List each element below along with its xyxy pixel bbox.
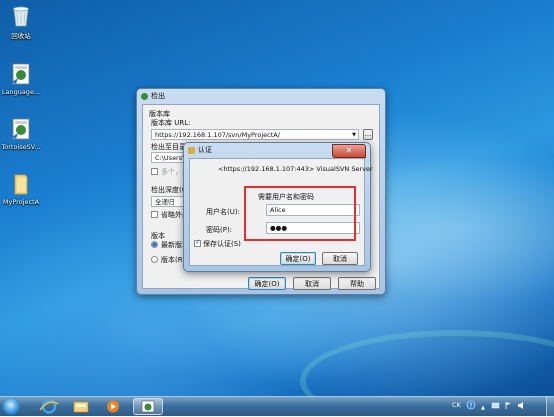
auth-dialog: 认证 ✕ <https://192.168.1.107:443> VisualS… [183, 142, 373, 272]
start-button[interactable] [3, 398, 20, 415]
multi-checkbox[interactable] [151, 168, 158, 175]
username-label: 用户名(U): [206, 208, 240, 216]
save-auth-checkbox[interactable]: ✓ [194, 238, 201, 247]
desktop-icon-label: MyProjectA [2, 198, 40, 206]
taskbar-media-player[interactable] [100, 398, 126, 415]
folder-icon [73, 401, 89, 413]
taskbar-ie[interactable] [36, 398, 62, 415]
save-auth-label: 保存认证(S) [203, 240, 241, 248]
app-icon [141, 92, 148, 100]
taskbar-explorer[interactable] [68, 398, 94, 415]
chevron-up-icon: ▲ [481, 405, 485, 411]
flag-icon[interactable] [504, 401, 513, 412]
browse-button[interactable]: ... [363, 129, 373, 140]
revision-radio[interactable] [151, 256, 158, 263]
internet-explorer-icon [39, 399, 59, 414]
chevron-down-icon[interactable]: ▼ [352, 130, 356, 139]
checkout-help-button[interactable]: 帮助 [338, 277, 376, 290]
svg-text:?: ? [469, 403, 472, 410]
tray-language[interactable]: CK [452, 401, 461, 409]
media-player-icon [107, 400, 119, 413]
desktop-icon-label: Language... [1, 88, 41, 96]
repo-url-label: 版本库 URL: [151, 119, 191, 127]
revision-label: 版本(R) [161, 256, 186, 264]
close-icon: ✕ [345, 146, 353, 155]
close-button[interactable]: ✕ [332, 144, 366, 158]
desktop-icon-recycle-bin[interactable]: 回收站 [0, 4, 43, 40]
show-hidden-icons[interactable]: ▲ [481, 403, 485, 411]
show-desktop-button[interactable] [546, 397, 554, 416]
recycle-bin-icon [10, 4, 32, 28]
auth-client-area: <https://192.168.1.107:443> VisualSVN Se… [189, 158, 373, 266]
tortoise-language-icon [10, 62, 32, 86]
desktop-icon-myprojecta[interactable]: MyProjectA [0, 172, 43, 206]
help-icon[interactable]: ? [466, 400, 476, 412]
auth-cancel-button[interactable]: 取消 [322, 252, 358, 265]
checkout-cancel-button[interactable]: 取消 [293, 277, 331, 290]
dialog-title: 认证 [198, 146, 212, 154]
taskbar: CK ? ▲ [0, 396, 554, 416]
checkmark-icon: ✓ [195, 238, 201, 246]
desktop-icon-tortoisesvn[interactable]: TortoiseSV... [0, 117, 43, 151]
auth-ok-button[interactable]: 确定(O) [280, 252, 316, 265]
omit-externals-checkbox[interactable] [151, 211, 158, 218]
desktop-icon-label: TortoiseSV... [1, 143, 41, 151]
taskbar-tortoisesvn[interactable] [133, 398, 163, 415]
checkout-dir-label: 检出至目录 [151, 143, 186, 151]
tortoisesvn-icon [10, 117, 32, 141]
window-title: 检出 [151, 92, 165, 100]
repo-url-value: https://192.168.1.107/svn/MyProjectA/ [155, 131, 280, 139]
tortoisesvn-icon [141, 400, 155, 413]
network-icon[interactable] [491, 401, 500, 412]
key-icon [188, 146, 195, 154]
password-label: 密码(P): [206, 226, 233, 234]
checkout-titlebar[interactable]: 检出 [137, 89, 385, 103]
clock[interactable] [531, 400, 541, 412]
repo-url-combobox[interactable]: https://192.168.1.107/svn/MyProjectA/ ▼ [151, 129, 359, 140]
desktop-icon-label: 回收站 [11, 32, 31, 40]
desktop-icon-language[interactable]: Language... [0, 62, 43, 96]
checkout-ok-button[interactable]: 确定(O) [248, 277, 286, 290]
folder-icon [10, 172, 32, 196]
head-revision-radio[interactable] [151, 241, 158, 248]
realm-text: <https://192.168.1.107:443> VisualSVN Se… [218, 165, 373, 173]
highlight-box [244, 186, 356, 241]
volume-icon[interactable] [517, 401, 526, 412]
